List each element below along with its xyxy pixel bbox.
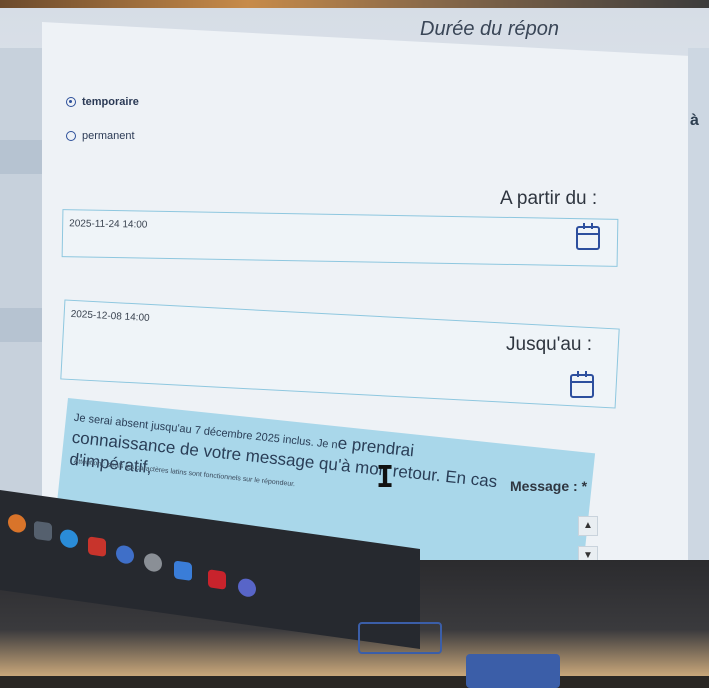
end-date-value: 2025-12-08 14:00 [70, 308, 150, 324]
required-mark: * [581, 478, 588, 494]
radio-permanent[interactable]: permanent [66, 130, 135, 142]
end-calendar-icon[interactable] [570, 371, 594, 398]
chrome-icon[interactable] [116, 544, 134, 565]
start-date-label: A partir du : [500, 188, 598, 209]
start-date-input[interactable]: 2025-11-24 14:00 [61, 209, 619, 267]
message-label-text: Message : [510, 478, 578, 494]
calendar-ring [577, 371, 579, 377]
message-label: Message : * [510, 478, 587, 494]
left-sidebar [0, 48, 42, 548]
start-date-value: 2025-11-24 14:00 [69, 218, 148, 231]
start-calendar-icon[interactable] [576, 223, 600, 250]
teams-icon[interactable] [238, 577, 256, 598]
save-button[interactable] [466, 654, 560, 688]
text-cursor-icon: I [376, 460, 395, 495]
dialog-title: Durée du répon [420, 18, 559, 40]
calendar-ring [591, 223, 593, 229]
edge-icon[interactable] [60, 528, 78, 549]
notepad-icon[interactable] [174, 560, 192, 581]
radio-temporaire[interactable]: temporaire [66, 96, 139, 108]
radio-checked-icon[interactable] [66, 97, 76, 107]
right-panel-letter: à [690, 112, 699, 129]
media-icon[interactable] [88, 536, 106, 557]
cancel-button[interactable] [358, 622, 442, 654]
radio-unchecked-icon[interactable] [66, 131, 76, 141]
app-icon[interactable] [34, 520, 52, 542]
sidebar-band [0, 140, 42, 174]
app-icon[interactable] [144, 552, 162, 573]
right-panel: à [688, 48, 709, 568]
end-date-label: Jusqu'au : [506, 334, 593, 355]
netflix-icon[interactable] [208, 569, 226, 590]
radio-label-temporaire: temporaire [82, 96, 139, 108]
firefox-icon[interactable] [8, 513, 26, 534]
calendar-ring [583, 223, 585, 229]
calendar-ring [585, 371, 587, 377]
radio-label-permanent: permanent [82, 130, 135, 142]
scroll-up-icon[interactable]: ▲ [578, 516, 598, 536]
sidebar-band [0, 308, 42, 342]
